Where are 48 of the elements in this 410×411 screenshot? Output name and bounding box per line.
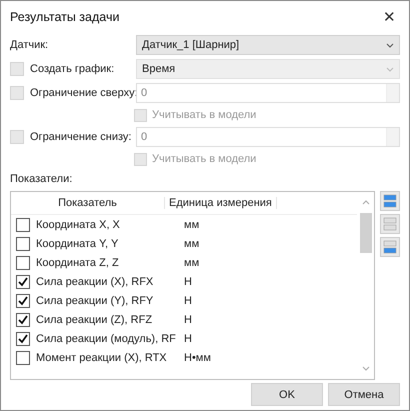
sensor-dropdown[interactable]: Датчик_1 [Шарнир] <box>136 35 400 55</box>
table-cell-text: Н <box>183 276 192 288</box>
table-cell-text: Н <box>183 332 192 344</box>
table-cell-text: Сила реакции (Z), RFZ <box>35 314 154 326</box>
toolbar-button[interactable] <box>380 191 400 211</box>
number-field[interactable]: 0 <box>136 127 400 147</box>
caret-icon <box>386 42 394 48</box>
window-title: Результаты задачи <box>10 10 120 24</box>
checkbox-label: Учитывать в модели <box>152 109 256 121</box>
toolbar-button[interactable] <box>380 237 400 257</box>
table-cell-text: мм <box>183 256 200 268</box>
field-label: Ограничение сверху: <box>30 87 138 99</box>
table-cell-text: Н•мм <box>183 352 211 364</box>
table-cell-text: Координата X, X <box>35 218 121 230</box>
table-cell-text: Момент реакции (X), RTX <box>35 352 168 364</box>
scroll-up-icon[interactable] <box>362 200 370 205</box>
checkbox[interactable] <box>16 256 30 270</box>
column-header[interactable]: Показатель <box>11 197 165 209</box>
table-cell-text: мм <box>183 238 200 250</box>
close-button[interactable]: ✕ <box>379 8 400 26</box>
checkbox[interactable] <box>16 218 30 232</box>
ok-button[interactable]: OK <box>251 383 323 406</box>
caret-icon <box>386 66 394 72</box>
field-label: Ограничение снизу: <box>30 131 132 143</box>
table-cell-text: Сила реакции (X), RFX <box>35 276 154 288</box>
checkbox[interactable] <box>16 274 30 288</box>
table-cell-text: мм <box>183 218 200 230</box>
table-cell-text: Н <box>183 314 192 326</box>
table-cell-text: Сила реакции (модуль), RF <box>35 332 177 344</box>
checkbox[interactable] <box>16 294 30 308</box>
checkbox[interactable] <box>16 312 30 326</box>
scroll-down-icon[interactable] <box>362 366 370 371</box>
cancel-button[interactable]: Отмена <box>328 383 400 406</box>
number-field[interactable]: 0 <box>136 83 400 103</box>
scrollbar-thumb[interactable] <box>360 213 372 253</box>
table-cell-text: Координата Y, Y <box>35 238 120 250</box>
table-cell-text: Н <box>183 294 192 306</box>
checkbox[interactable] <box>16 332 30 346</box>
field-label: Создать график: <box>30 63 114 75</box>
checkbox[interactable] <box>16 350 30 364</box>
checkbox[interactable] <box>16 236 30 250</box>
table-cell-text: Координата Z, Z <box>35 256 120 268</box>
checkbox-label: Учитывать в модели <box>152 153 256 165</box>
column-header[interactable]: Единица измерения <box>165 197 277 209</box>
field-label: Датчик: <box>10 39 48 51</box>
table-cell-text: Сила реакции (Y), RFY <box>35 294 154 306</box>
toolbar-button[interactable] <box>380 214 400 234</box>
section-label: Показатели: <box>10 173 72 185</box>
